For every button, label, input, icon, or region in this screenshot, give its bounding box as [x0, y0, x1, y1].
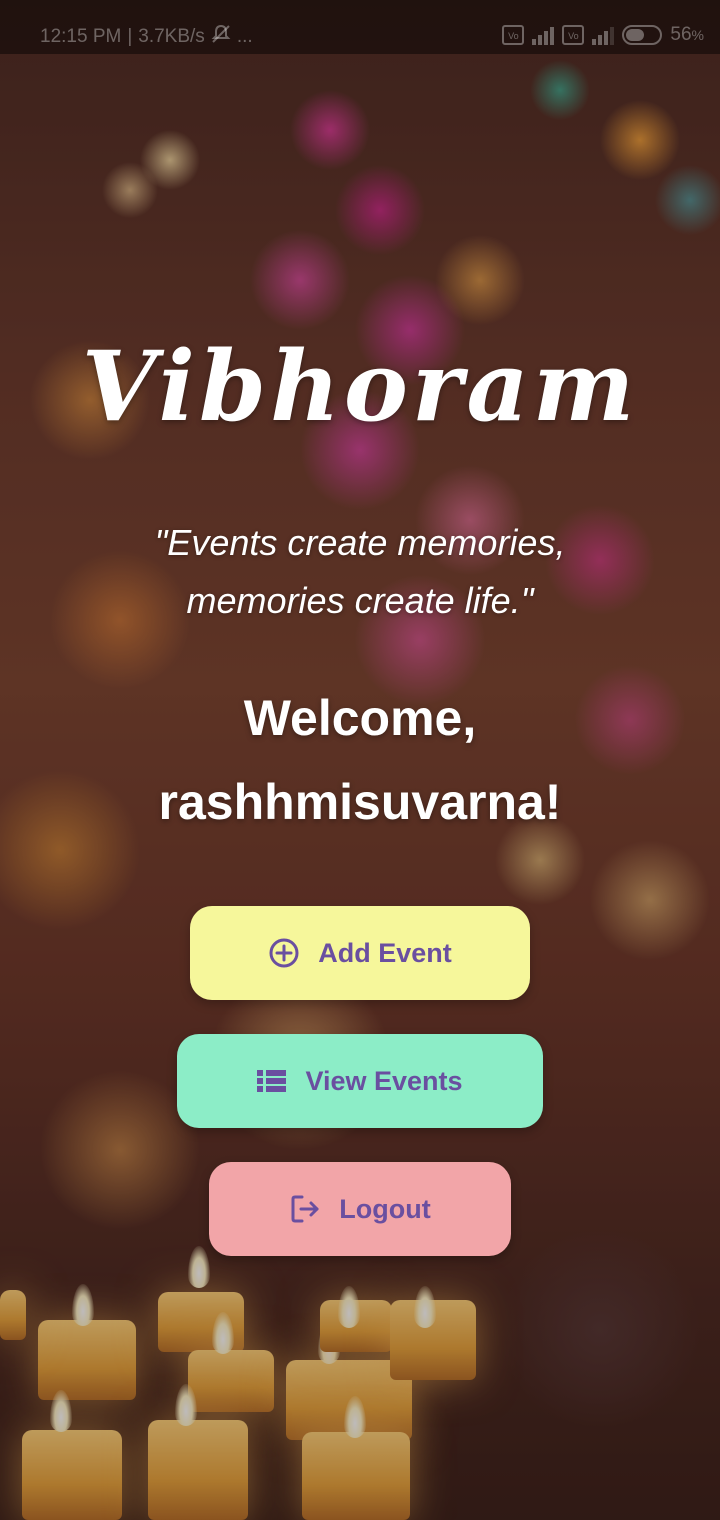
add-event-button[interactable]: Add Event: [190, 906, 530, 1000]
signal-sim1-icon: [532, 25, 555, 45]
volte-sim1-icon: Vo: [502, 25, 525, 45]
welcome-username: rashhmisuvarna!: [158, 774, 562, 830]
tagline: "Events create memories, memories create…: [0, 514, 720, 630]
status-bar: 12:15 PM | 3.7KB/s ... Vo Vo 56%: [0, 0, 720, 54]
battery-icon: [622, 25, 663, 45]
logout-icon: [289, 1193, 321, 1225]
list-icon: [257, 1068, 287, 1094]
logout-button[interactable]: Logout: [209, 1162, 511, 1256]
volte-sim2-icon: Vo: [562, 25, 585, 45]
logout-label: Logout: [339, 1193, 431, 1224]
tagline-line-1: "Events create memories,: [154, 522, 566, 563]
app-title: Vibhoram: [81, 330, 639, 443]
signal-sim2-icon: [592, 25, 615, 45]
status-left: 12:15 PM | 3.7KB/s ...: [40, 24, 253, 50]
status-network-speed: 3.7KB/s: [138, 26, 205, 47]
add-event-label: Add Event: [318, 937, 452, 968]
status-separator: |: [127, 26, 133, 47]
tagline-line-2: memories create life.": [186, 580, 534, 621]
status-time: 12:15 PM: [40, 26, 122, 47]
view-events-label: View Events: [305, 1065, 463, 1096]
welcome-greeting: Welcome,: [243, 690, 477, 746]
status-right: Vo Vo 56%: [502, 24, 704, 46]
battery-percent: 56%: [670, 24, 704, 45]
home-screen: 12:15 PM | 3.7KB/s ... Vo Vo 56% Vibhora…: [0, 0, 720, 1520]
welcome-message: Welcome, rashhmisuvarna!: [0, 676, 720, 844]
battery-fill: [626, 29, 645, 41]
bell-muted-icon: [211, 24, 231, 50]
status-more: ...: [236, 26, 253, 47]
battery-percent-value: 56: [670, 24, 692, 45]
view-events-button[interactable]: View Events: [177, 1034, 543, 1128]
plus-circle-icon: [268, 937, 300, 969]
